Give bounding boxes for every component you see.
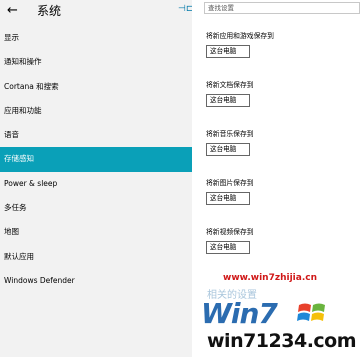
nav-item-default-apps[interactable]: 默认应用 <box>0 245 192 269</box>
pictures-save-location-dropdown[interactable]: 这台电脑 <box>206 192 250 205</box>
windows-flag-icon <box>297 303 325 321</box>
setting-label: 将新图片保存到 <box>206 179 254 187</box>
watermark-url: www.win7zhijia.cn <box>223 273 317 283</box>
nav-item-power-sleep[interactable]: Power & sleep <box>0 172 192 196</box>
nav-item-display[interactable]: 显示 <box>0 26 192 50</box>
page-title: 系统 <box>37 4 62 18</box>
nav-item-cortana[interactable]: Cortana 和搜索 <box>0 75 192 99</box>
setting-new-documents: 将新文档保存到 这台电脑 <box>206 81 356 107</box>
nav-header: ← 系统 ⊣⊏ <box>0 0 192 26</box>
watermark-domain: win71234.com <box>207 330 357 352</box>
setting-label: 将新视频保存到 <box>206 228 254 236</box>
setting-new-pictures: 将新图片保存到 这台电脑 <box>206 179 356 205</box>
setting-label: 将新文档保存到 <box>206 81 254 89</box>
nav-item-windows-defender[interactable]: Windows Defender <box>0 269 192 293</box>
setting-new-apps: 将新应用和游戏保存到 这台电脑 <box>206 32 356 58</box>
setting-new-videos: 将新视频保存到 这台电脑 <box>206 228 356 254</box>
nav-item-multitasking[interactable]: 多任务 <box>0 196 192 220</box>
site-watermark: www.win7zhijia.cn 相关的设置 Win7 win71234.co… <box>195 273 360 357</box>
back-arrow-icon[interactable]: ← <box>7 3 18 19</box>
nav-item-maps[interactable]: 地图 <box>0 220 192 244</box>
documents-save-location-dropdown[interactable]: 这台电脑 <box>206 94 250 107</box>
music-save-location-dropdown[interactable]: 这台电脑 <box>206 143 250 156</box>
watermark-logo: Win7 <box>201 297 278 330</box>
nav-list: 显示 通知和操作 Cortana 和搜索 应用和功能 语音 存储感知 Power… <box>0 26 192 293</box>
pin-icon[interactable]: ⊣⊏ <box>178 2 192 16</box>
search-input[interactable]: 查找设置 <box>204 2 360 14</box>
nav-item-apps-features[interactable]: 应用和功能 <box>0 99 192 123</box>
videos-save-location-dropdown[interactable]: 这台电脑 <box>206 241 250 254</box>
nav-item-notifications[interactable]: 通知和操作 <box>0 50 192 74</box>
navigation-pane: ← 系统 ⊣⊏ 显示 通知和操作 Cortana 和搜索 应用和功能 语音 存储… <box>0 0 192 357</box>
apps-save-location-dropdown[interactable]: 这台电脑 <box>206 45 250 58</box>
setting-label: 将新应用和游戏保存到 <box>206 32 274 40</box>
nav-item-storage[interactable]: 存储感知 <box>0 147 192 172</box>
setting-label: 将新音乐保存到 <box>206 130 254 138</box>
nav-item-speech[interactable]: 语音 <box>0 123 192 147</box>
setting-new-music: 将新音乐保存到 这台电脑 <box>206 130 356 156</box>
